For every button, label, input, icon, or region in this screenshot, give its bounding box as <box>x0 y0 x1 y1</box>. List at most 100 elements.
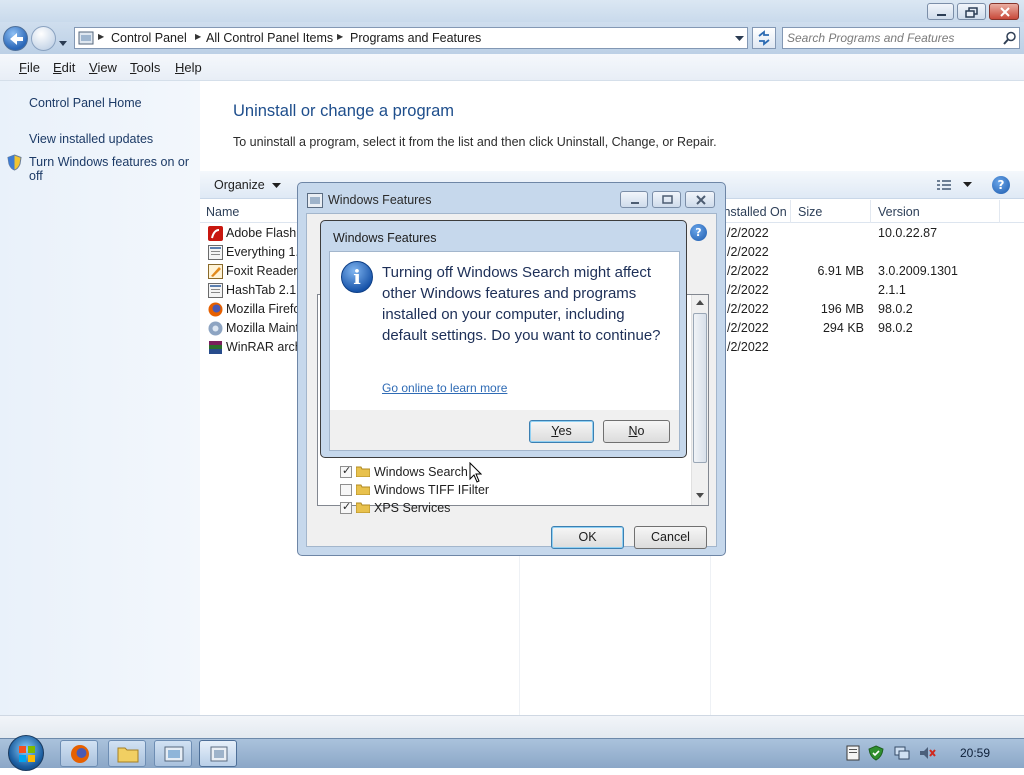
no-button[interactable]: No <box>603 420 670 443</box>
page-description: To uninstall a program, select it from t… <box>233 135 717 149</box>
breadcrumb-separator: ▶ <box>195 32 202 41</box>
column-installed-on[interactable]: Installed On <box>720 205 787 219</box>
forward-button[interactable] <box>31 26 56 51</box>
page-title: Uninstall or change a program <box>233 102 455 120</box>
taskbar-firefox[interactable] <box>60 740 98 767</box>
dialog-close-button[interactable] <box>685 191 715 208</box>
firefox-icon <box>208 302 223 317</box>
restore-button[interactable] <box>957 3 986 20</box>
winrar-icon <box>209 341 222 354</box>
help-icon[interactable]: ? <box>690 224 707 241</box>
dialog-title: Windows Features <box>328 193 432 207</box>
system-clock[interactable]: 20:59 <box>960 746 990 760</box>
breadcrumb-control-panel[interactable]: Control Panel <box>111 31 187 45</box>
ok-button[interactable]: OK <box>551 526 624 549</box>
details-pane <box>0 715 1024 738</box>
close-button[interactable] <box>989 3 1019 20</box>
column-divider[interactable] <box>999 200 1000 223</box>
menu-edit[interactable]: Edit <box>53 60 75 75</box>
turn-windows-features-link[interactable]: Turn Windows features on or off <box>29 155 189 183</box>
search-icon[interactable] <box>1003 31 1017 45</box>
control-panel-icon <box>78 31 94 45</box>
refresh-icon <box>758 30 770 46</box>
folder-icon <box>117 747 139 763</box>
breadcrumb-programs-features[interactable]: Programs and Features <box>350 31 481 45</box>
start-button[interactable] <box>8 735 44 771</box>
task-pane: Control Panel Home View installed update… <box>0 81 200 715</box>
navigation-bar: ▶ Control Panel ▶ All Control Panel Item… <box>0 22 1024 54</box>
firefox-icon <box>71 745 89 763</box>
view-dropdown-icon[interactable] <box>963 182 972 188</box>
information-icon: i <box>341 261 373 293</box>
breadcrumb-all-items[interactable]: All Control Panel Items <box>206 31 333 45</box>
dialog-minimize-button[interactable] <box>620 191 648 208</box>
column-divider[interactable] <box>790 200 791 223</box>
confirmation-dialog[interactable]: Windows Features i Turning off Windows S… <box>320 220 687 458</box>
windows-features-icon <box>307 193 323 208</box>
menu-file[interactable]: File <box>19 60 40 75</box>
minimize-button[interactable] <box>927 3 954 20</box>
minimize-icon <box>631 202 639 204</box>
column-size[interactable]: Size <box>798 205 822 219</box>
back-arrow-icon <box>10 33 23 45</box>
checkbox[interactable] <box>340 464 352 478</box>
chevron-down-icon <box>272 183 282 188</box>
checkbox[interactable] <box>340 500 352 514</box>
app-window-icon <box>208 283 223 298</box>
column-divider[interactable] <box>870 200 871 223</box>
maximize-icon <box>662 195 673 204</box>
taskbar-control-panel[interactable] <box>154 740 192 767</box>
menu-view[interactable]: View <box>89 60 117 75</box>
column-name[interactable]: Name <box>206 205 239 219</box>
column-version[interactable]: Version <box>878 205 920 219</box>
dialog-title: Windows Features <box>333 231 437 245</box>
menu-tools[interactable]: Tools <box>130 60 160 75</box>
control-panel-icon <box>164 746 184 762</box>
link-line-2: off <box>29 169 43 183</box>
confirmation-message: Turning off Windows Search might affect … <box>382 264 661 344</box>
organize-button[interactable]: Organize <box>214 178 282 192</box>
message-area: i Turning off Windows Search might affec… <box>330 252 679 410</box>
view-options-icon[interactable] <box>936 178 952 192</box>
chevron-down-icon <box>59 41 67 46</box>
action-center-icon[interactable] <box>846 745 860 761</box>
features-scrollbar[interactable] <box>691 295 708 505</box>
scroll-down-icon[interactable] <box>696 493 704 499</box>
folder-icon <box>356 466 370 477</box>
window-title-bar[interactable] <box>0 0 1024 22</box>
taskbar-explorer[interactable] <box>108 740 146 767</box>
folder-icon <box>356 484 370 495</box>
breadcrumb-separator: ▶ <box>98 32 105 41</box>
search-box[interactable] <box>782 27 1020 49</box>
help-icon[interactable]: ? <box>992 176 1010 194</box>
menu-bar: File Edit View Tools Help <box>0 54 1024 81</box>
folder-icon <box>356 502 370 513</box>
learn-more-link[interactable]: Go online to learn more <box>382 381 507 395</box>
recent-pages-dropdown[interactable] <box>59 36 67 50</box>
control-panel-home-link[interactable]: Control Panel Home <box>29 96 142 110</box>
checkbox[interactable] <box>340 484 352 496</box>
windows-logo-icon <box>19 746 35 762</box>
menu-help[interactable]: Help <box>175 60 202 75</box>
volume-muted-icon[interactable] <box>918 745 936 761</box>
address-dropdown-icon[interactable] <box>735 36 744 42</box>
close-icon <box>1000 7 1010 17</box>
refresh-button[interactable] <box>752 27 776 49</box>
cancel-button[interactable]: Cancel <box>634 526 707 549</box>
shield-icon <box>7 154 22 171</box>
taskbar-windows-features[interactable] <box>199 740 237 767</box>
mouse-cursor-icon <box>469 462 482 483</box>
scrollbar-thumb[interactable] <box>693 313 707 463</box>
network-icon[interactable] <box>893 745 911 761</box>
windows-features-icon <box>210 746 228 762</box>
minimize-icon <box>937 14 946 16</box>
mozilla-maintenance-icon <box>208 321 223 336</box>
yes-button[interactable]: Yes <box>529 420 594 443</box>
search-input[interactable] <box>787 30 997 46</box>
address-bar[interactable]: ▶ Control Panel ▶ All Control Panel Item… <box>74 27 748 49</box>
scroll-up-icon[interactable] <box>696 300 704 306</box>
view-installed-updates-link[interactable]: View installed updates <box>29 132 153 146</box>
back-button[interactable] <box>3 26 28 51</box>
dialog-maximize-button[interactable] <box>652 191 681 208</box>
security-shield-icon[interactable] <box>868 745 884 761</box>
